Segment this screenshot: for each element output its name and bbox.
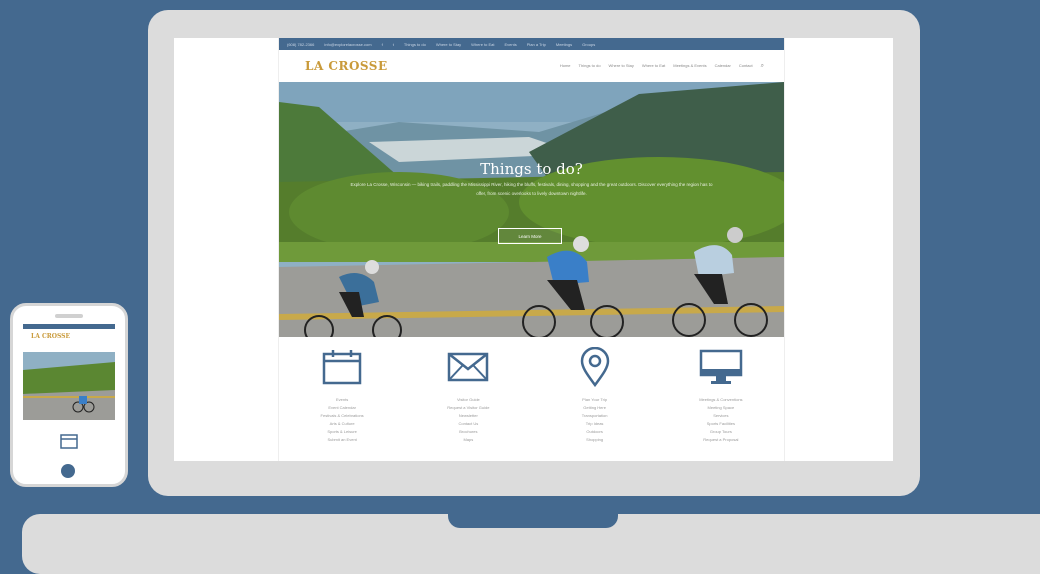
top-bar: (608) 782-2366 info@explorelacrosse.com … — [279, 38, 784, 50]
phone-home-button[interactable] — [61, 464, 75, 478]
nav-item-things-to-do[interactable]: Things to do — [579, 63, 601, 70]
feature-link[interactable]: Plan Your Trip — [582, 397, 607, 403]
feature-link[interactable]: Group Tours — [710, 429, 732, 435]
topbar-link[interactable]: Plan a Trip — [527, 42, 546, 47]
nav-item-meetings[interactable]: Meetings & Events — [673, 63, 706, 70]
laptop-notch — [448, 508, 618, 528]
phone-speaker — [55, 314, 83, 318]
topbar-link[interactable]: Where to Eat — [471, 42, 494, 47]
feature-link[interactable]: Festivals & Celebrations — [321, 413, 364, 419]
feature-visitor-guide: Visitor Guide Request a Visitor Guide Ne… — [405, 347, 531, 443]
feature-plan-trip: Plan Your Trip Getting Here Transportati… — [532, 347, 658, 443]
feature-events: Events Event Calendar Festivals & Celebr… — [279, 347, 405, 443]
hero-text: Explore La Crosse, Wisconsin — biking tr… — [350, 182, 713, 196]
feature-link[interactable]: Services — [713, 413, 728, 419]
feature-link[interactable]: Sports & Leisure — [327, 429, 357, 435]
twitter-icon[interactable]: t — [393, 42, 394, 47]
feature-link[interactable]: Getting Here — [583, 405, 606, 411]
phone-calendar-icon[interactable] — [23, 433, 115, 449]
feature-link[interactable]: Meetings & Conventions — [699, 397, 742, 403]
feature-link[interactable]: Events — [336, 397, 348, 403]
feature-link[interactable]: Meeting Space — [708, 405, 735, 411]
feature-row: Events Event Calendar Festivals & Celebr… — [279, 337, 784, 443]
topbar-link[interactable]: Things to do — [404, 42, 426, 47]
phone-device: LA CROSSE — [10, 303, 128, 487]
nav-item-where-to-eat[interactable]: Where to Eat — [642, 63, 665, 70]
feature-meetings: Meetings & Conventions Meeting Space Ser… — [658, 347, 784, 443]
feature-link[interactable]: Trip Ideas — [586, 421, 604, 427]
feature-link[interactable]: Arts & Culture — [330, 421, 355, 427]
phone-screen: LA CROSSE — [23, 324, 115, 460]
hero-photo — [279, 82, 784, 337]
topbar-link[interactable]: Events — [505, 42, 517, 47]
calendar-icon[interactable] — [322, 347, 362, 387]
feature-link[interactable]: Event Calendar — [328, 405, 356, 411]
hero-learn-more-button[interactable]: Learn More — [498, 228, 562, 244]
feature-link[interactable]: Request a Proposal — [703, 437, 738, 443]
phone-hero-photo — [23, 352, 115, 420]
envelope-icon[interactable] — [447, 347, 489, 387]
feature-link[interactable]: Request a Visitor Guide — [447, 405, 489, 411]
nav-item-where-to-stay[interactable]: Where to Stay — [609, 63, 634, 70]
topbar-link[interactable]: Where to Stay — [436, 42, 461, 47]
hero-title: Things to do? — [480, 160, 583, 178]
laptop-screen: (608) 782-2366 info@explorelacrosse.com … — [174, 38, 893, 461]
feature-link[interactable]: Shopping — [586, 437, 603, 443]
feature-link[interactable]: Newsletter — [459, 413, 478, 419]
topbar-email[interactable]: info@explorelacrosse.com — [324, 42, 371, 47]
website: (608) 782-2366 info@explorelacrosse.com … — [279, 38, 784, 461]
feature-link[interactable]: Contact Us — [458, 421, 478, 427]
search-icon[interactable]: ⌕ — [761, 63, 764, 70]
feature-link[interactable]: Maps — [463, 437, 473, 443]
feature-link[interactable]: Transportation — [582, 413, 608, 419]
feature-link[interactable]: Brochures — [459, 429, 477, 435]
monitor-icon[interactable] — [699, 347, 743, 387]
topbar-link[interactable]: Meetings — [556, 42, 572, 47]
feature-link[interactable]: Sports Facilities — [707, 421, 735, 427]
main-navbar: LA CROSSE Home Things to do Where to Sta… — [279, 50, 784, 82]
site-logo[interactable]: LA CROSSE — [305, 59, 388, 73]
feature-link[interactable]: Outdoors — [586, 429, 602, 435]
topbar-link[interactable]: Groups — [582, 42, 595, 47]
hero-banner: Things to do? Explore La Crosse, Wiscons… — [279, 82, 784, 337]
map-pin-icon[interactable] — [580, 347, 610, 387]
nav-item-contact[interactable]: Contact — [739, 63, 753, 70]
main-nav: Home Things to do Where to Stay Where to… — [560, 63, 764, 70]
feature-link[interactable]: Visitor Guide — [457, 397, 480, 403]
nav-item-home[interactable]: Home — [560, 63, 571, 70]
phone-site-logo[interactable]: LA CROSSE — [23, 329, 115, 340]
facebook-icon[interactable]: f — [382, 42, 383, 47]
feature-link[interactable]: Submit an Event — [327, 437, 356, 443]
topbar-phone[interactable]: (608) 782-2366 — [287, 42, 314, 47]
nav-item-calendar[interactable]: Calendar — [715, 63, 731, 70]
